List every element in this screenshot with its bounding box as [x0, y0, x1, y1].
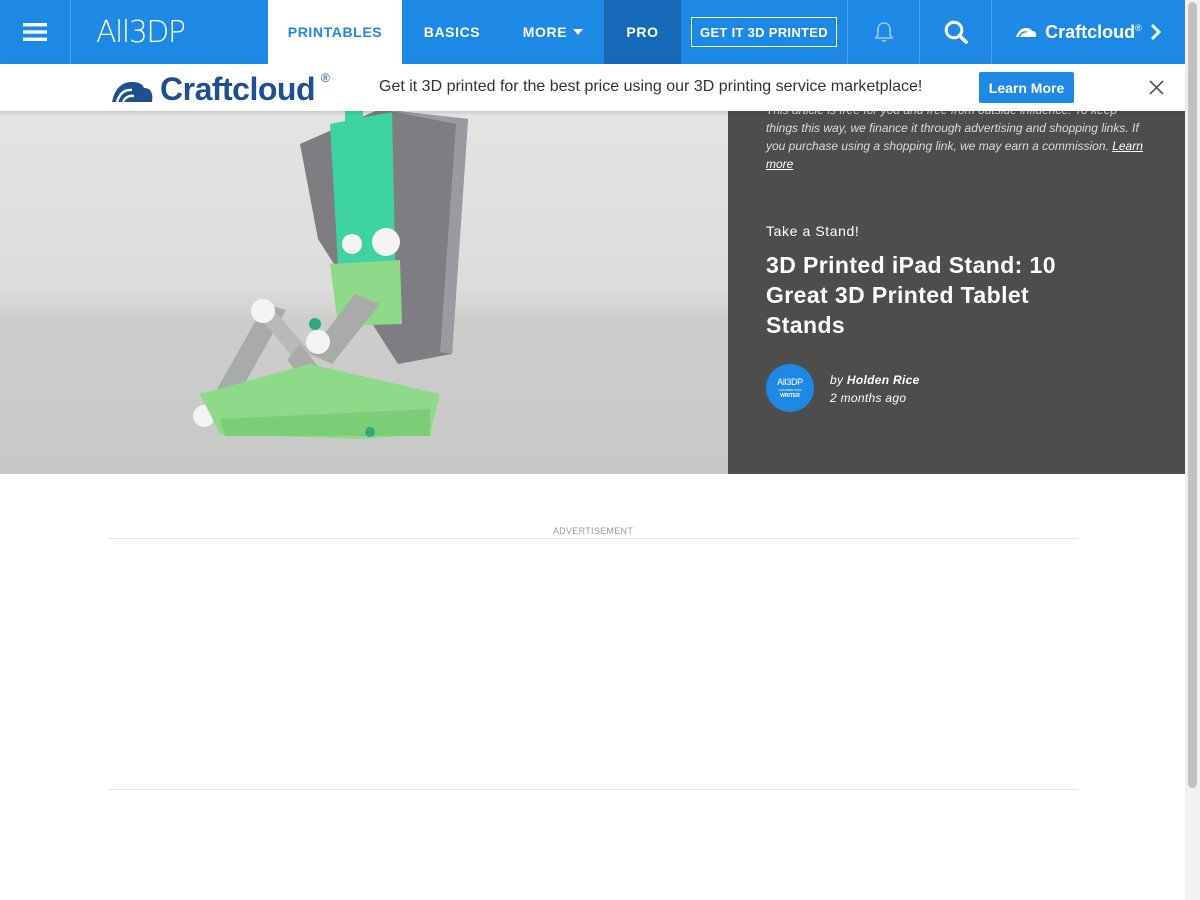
page-scrollbar[interactable]	[1185, 0, 1200, 900]
article-header-panel: This article is free for you and free fr…	[728, 64, 1185, 474]
promo-close-button[interactable]	[1148, 79, 1165, 101]
get-it-3d-printed-button[interactable]: GET IT 3D PRINTED	[691, 17, 837, 47]
notifications-button[interactable]	[848, 0, 920, 64]
ad-divider-bottom	[108, 789, 1078, 790]
learn-more-button[interactable]: Learn More	[979, 72, 1074, 103]
article-byline: by Holden Rice 2 months ago	[830, 371, 920, 407]
avatar-role: WRITER	[780, 392, 800, 399]
tab-basics[interactable]: BASICS	[402, 0, 502, 64]
chevron-right-icon	[1150, 23, 1161, 41]
tab-printables[interactable]: PRINTABLES	[268, 0, 402, 64]
scrollbar-thumb[interactable]	[1188, 2, 1197, 788]
ad-divider-top	[108, 538, 1078, 539]
logo-text: All3DP	[96, 14, 186, 50]
promo-registered-mark: ®	[321, 70, 330, 85]
tab-pro-label: PRO	[626, 24, 659, 40]
search-icon	[944, 20, 968, 44]
promo-message: Get it 3D printed for the best price usi…	[379, 78, 923, 95]
caret-down-icon	[573, 29, 584, 35]
tab-more-label: MORE	[522, 24, 568, 40]
byline-author-line: by Holden Rice	[830, 371, 920, 389]
byline-prefix: by	[830, 373, 844, 387]
tab-more[interactable]: MORE	[502, 0, 604, 64]
tab-printables-label: PRINTABLES	[287, 24, 383, 40]
advertisement-label: ADVERTISEMENT	[552, 526, 634, 536]
craftcloud-promo-bar: Craftcloud ® Get it 3D printed for the b…	[0, 64, 1185, 111]
craftcloud-cloud-icon	[1016, 28, 1037, 38]
menu-button[interactable]	[0, 0, 71, 64]
craftcloud-promo-logo[interactable]: Craftcloud ®	[110, 71, 330, 108]
tablet-stand-photo	[0, 64, 728, 474]
craftcloud-nav-label: Craftcloud®	[1045, 22, 1142, 43]
article-title: 3D Printed iPad Stand: 10 Great 3D Print…	[766, 252, 1056, 338]
avatar-logo: All3DP	[777, 376, 803, 387]
bell-icon	[874, 22, 893, 43]
article-kicker: Take a Stand!	[766, 223, 860, 239]
author-link[interactable]: Holden Rice	[847, 373, 920, 387]
get-printed-container: GET IT 3D PRINTED	[681, 0, 848, 64]
affiliate-disclaimer: This article is free for you and free fr…	[766, 101, 1146, 173]
craftcloud-promo-logo-text: Craftcloud	[160, 71, 316, 107]
search-button[interactable]	[920, 0, 992, 64]
author-avatar[interactable]: All3DP CONTRIBUTING WRITER	[766, 364, 814, 412]
publish-time: 2 months ago	[830, 391, 907, 405]
craftcloud-nav-text: Craftcloud	[1045, 21, 1136, 42]
craftcloud-nav-link[interactable]: Craftcloud®	[992, 0, 1185, 64]
avatar-sub: CONTRIBUTING	[778, 387, 802, 392]
close-icon	[1149, 80, 1164, 95]
hero-image-ipad-stand	[0, 64, 728, 474]
tab-basics-label: BASICS	[423, 24, 481, 40]
hamburger-menu-icon	[23, 23, 47, 41]
tab-pro[interactable]: PRO	[604, 0, 681, 64]
all3dp-logo[interactable]: All3DP	[71, 0, 268, 64]
top-navigation-bar: All3DP PRINTABLES BASICS MORE PRO GET IT…	[0, 0, 1185, 64]
registered-mark: ®	[1135, 22, 1142, 33]
craftcloud-logo-icon	[112, 81, 153, 103]
